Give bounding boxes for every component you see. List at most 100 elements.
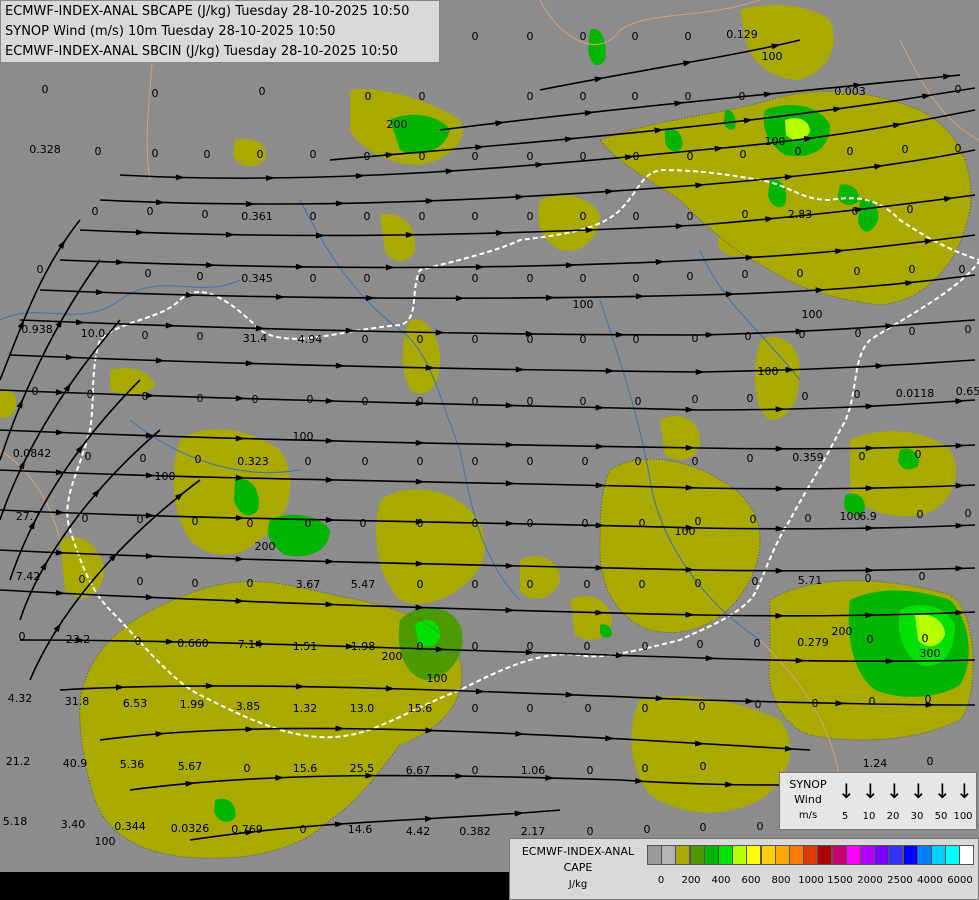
- map-value-label: 0.0842: [13, 447, 52, 460]
- contour-label: 100: [765, 135, 786, 148]
- map-value-label: 4.42: [406, 825, 431, 838]
- map-value-label: 0.323: [237, 455, 269, 468]
- map-value-label: 0: [635, 455, 642, 468]
- map-value-label: 0: [92, 205, 99, 218]
- map-value-label: 0: [927, 755, 934, 768]
- map-value-label: 0: [362, 333, 369, 346]
- map-value-label: 0.0118: [896, 387, 935, 400]
- map-value-label: 0: [587, 764, 594, 777]
- map-value-label: 0: [959, 263, 966, 276]
- cape-scale-tick: 6000: [947, 875, 973, 886]
- map-value-label: 0: [635, 395, 642, 408]
- wind-arrow-icon: ↓: [956, 779, 973, 803]
- map-value-label: 3.67: [296, 578, 321, 591]
- map-value-label: 3.40: [61, 818, 86, 831]
- map-value-label: 0: [472, 150, 479, 163]
- map-value-label: 0: [869, 695, 876, 708]
- contour-label: 100: [293, 430, 314, 443]
- map-value-label: 0: [472, 333, 479, 346]
- map-value-label: 0: [527, 272, 534, 285]
- cape-legend: ECMWF-INDEX-ANAL CAPE J/kg 0 200 400 600 800…: [509, 838, 979, 900]
- map-value-label: 0: [527, 30, 534, 43]
- map-value-label: 0: [919, 570, 926, 583]
- map-value-label: 0: [472, 455, 479, 468]
- map-value-label: 0: [955, 83, 962, 96]
- cape-color-swatch: [689, 845, 705, 865]
- contour-label: 200: [832, 625, 853, 638]
- cape-legend-subtitle: CAPE: [563, 861, 593, 874]
- map-value-label: 0: [472, 578, 479, 591]
- map-value-label: 0: [310, 210, 317, 223]
- map-value-label: 6.67: [406, 764, 431, 777]
- cape-color-swatch: [831, 845, 847, 865]
- map-value-label: 0.65: [956, 385, 979, 398]
- title-box: ECMWF-INDEX-ANAL SBCAPE (J/kg) Tuesday 2…: [0, 0, 440, 63]
- map-value-label: 0: [757, 820, 764, 833]
- map-value-label: 0: [740, 148, 747, 161]
- cape-color-swatch: [888, 845, 904, 865]
- map-value-label: 0: [145, 267, 152, 280]
- map-value-label: 0: [805, 512, 812, 525]
- map-value-label: 0: [152, 147, 159, 160]
- map-value-label: 0: [692, 455, 699, 468]
- map-value-label: 0: [922, 632, 929, 645]
- map-value-label: 0: [300, 823, 307, 836]
- map-value-label: 0: [695, 515, 702, 528]
- cape-color-swatch: [803, 845, 819, 865]
- map-value-label: 0: [140, 452, 147, 465]
- map-value-label: 6.53: [123, 697, 148, 710]
- map-value-label: 0: [19, 630, 26, 643]
- cape-color-swatch: [817, 845, 833, 865]
- map-value-label: 15.6: [408, 702, 433, 715]
- wind-arrow-icon: ↓: [886, 779, 903, 803]
- map-value-label: 0: [700, 760, 707, 773]
- cape-color-swatch: [732, 845, 748, 865]
- map-value-label: 0: [87, 388, 94, 401]
- wind-value: 100: [953, 811, 973, 822]
- map-value-label: 0.382: [459, 825, 491, 838]
- cape-scale-tick: 200: [681, 875, 701, 886]
- map-value-label: 0: [192, 515, 199, 528]
- map-value-label: 23.2: [66, 633, 91, 646]
- map-value-label: 0: [472, 764, 479, 777]
- map-value-label: 0: [305, 517, 312, 530]
- map-value-label: 1.24: [863, 757, 888, 770]
- map-value-label: 0: [192, 577, 199, 590]
- map-value-label: 0: [755, 698, 762, 711]
- title-line-wind: SYNOP Wind (m/s) 10m Tuesday 28-10-2025 …: [5, 24, 336, 39]
- map-value-label: 0: [854, 388, 861, 401]
- map-value-label: 0: [42, 83, 49, 96]
- wind-arrow-icon: ↓: [862, 779, 879, 803]
- map-value-label: 5.71: [798, 574, 823, 587]
- map-value-label: 0: [472, 517, 479, 530]
- map-value-label: 0: [633, 150, 640, 163]
- map-value-label: 0: [855, 327, 862, 340]
- contour-label: 100: [155, 470, 176, 483]
- map-value-label: 0: [527, 150, 534, 163]
- cape-scale-tick: 600: [741, 875, 761, 886]
- cape-color-swatch: [647, 845, 662, 865]
- map-value-label: 0: [257, 148, 264, 161]
- wind-value: 30: [910, 811, 924, 822]
- map-value-label: 0: [527, 640, 534, 653]
- map-value-label: 0: [310, 272, 317, 285]
- map-value-label: 0: [632, 30, 639, 43]
- map-value-label: 0: [310, 148, 317, 161]
- cape-scale-tick: 4000: [917, 875, 943, 886]
- title-line-cin: ECMWF-INDEX-ANAL SBCIN (J/kg) Tuesday 28…: [5, 44, 399, 59]
- map-value-label: 0: [364, 210, 371, 223]
- cape-color-swatch: [789, 845, 804, 865]
- map-value-label: 0.279: [797, 636, 829, 649]
- cape-color-swatch: [916, 845, 932, 865]
- cape-color-swatch: [845, 845, 861, 865]
- map-value-label: 2.17: [521, 825, 546, 838]
- cape-color-swatch: [661, 845, 677, 865]
- cape-color-swatch: [931, 845, 946, 865]
- map-value-label: 10.0: [81, 327, 106, 340]
- map-value-label: 1.51: [293, 640, 318, 653]
- map-value-label: 0: [584, 640, 591, 653]
- cape-color-swatch: [675, 845, 691, 865]
- map-value-label: 0: [142, 390, 149, 403]
- map-value-label: 0: [580, 30, 587, 43]
- map-value-label: 0: [472, 210, 479, 223]
